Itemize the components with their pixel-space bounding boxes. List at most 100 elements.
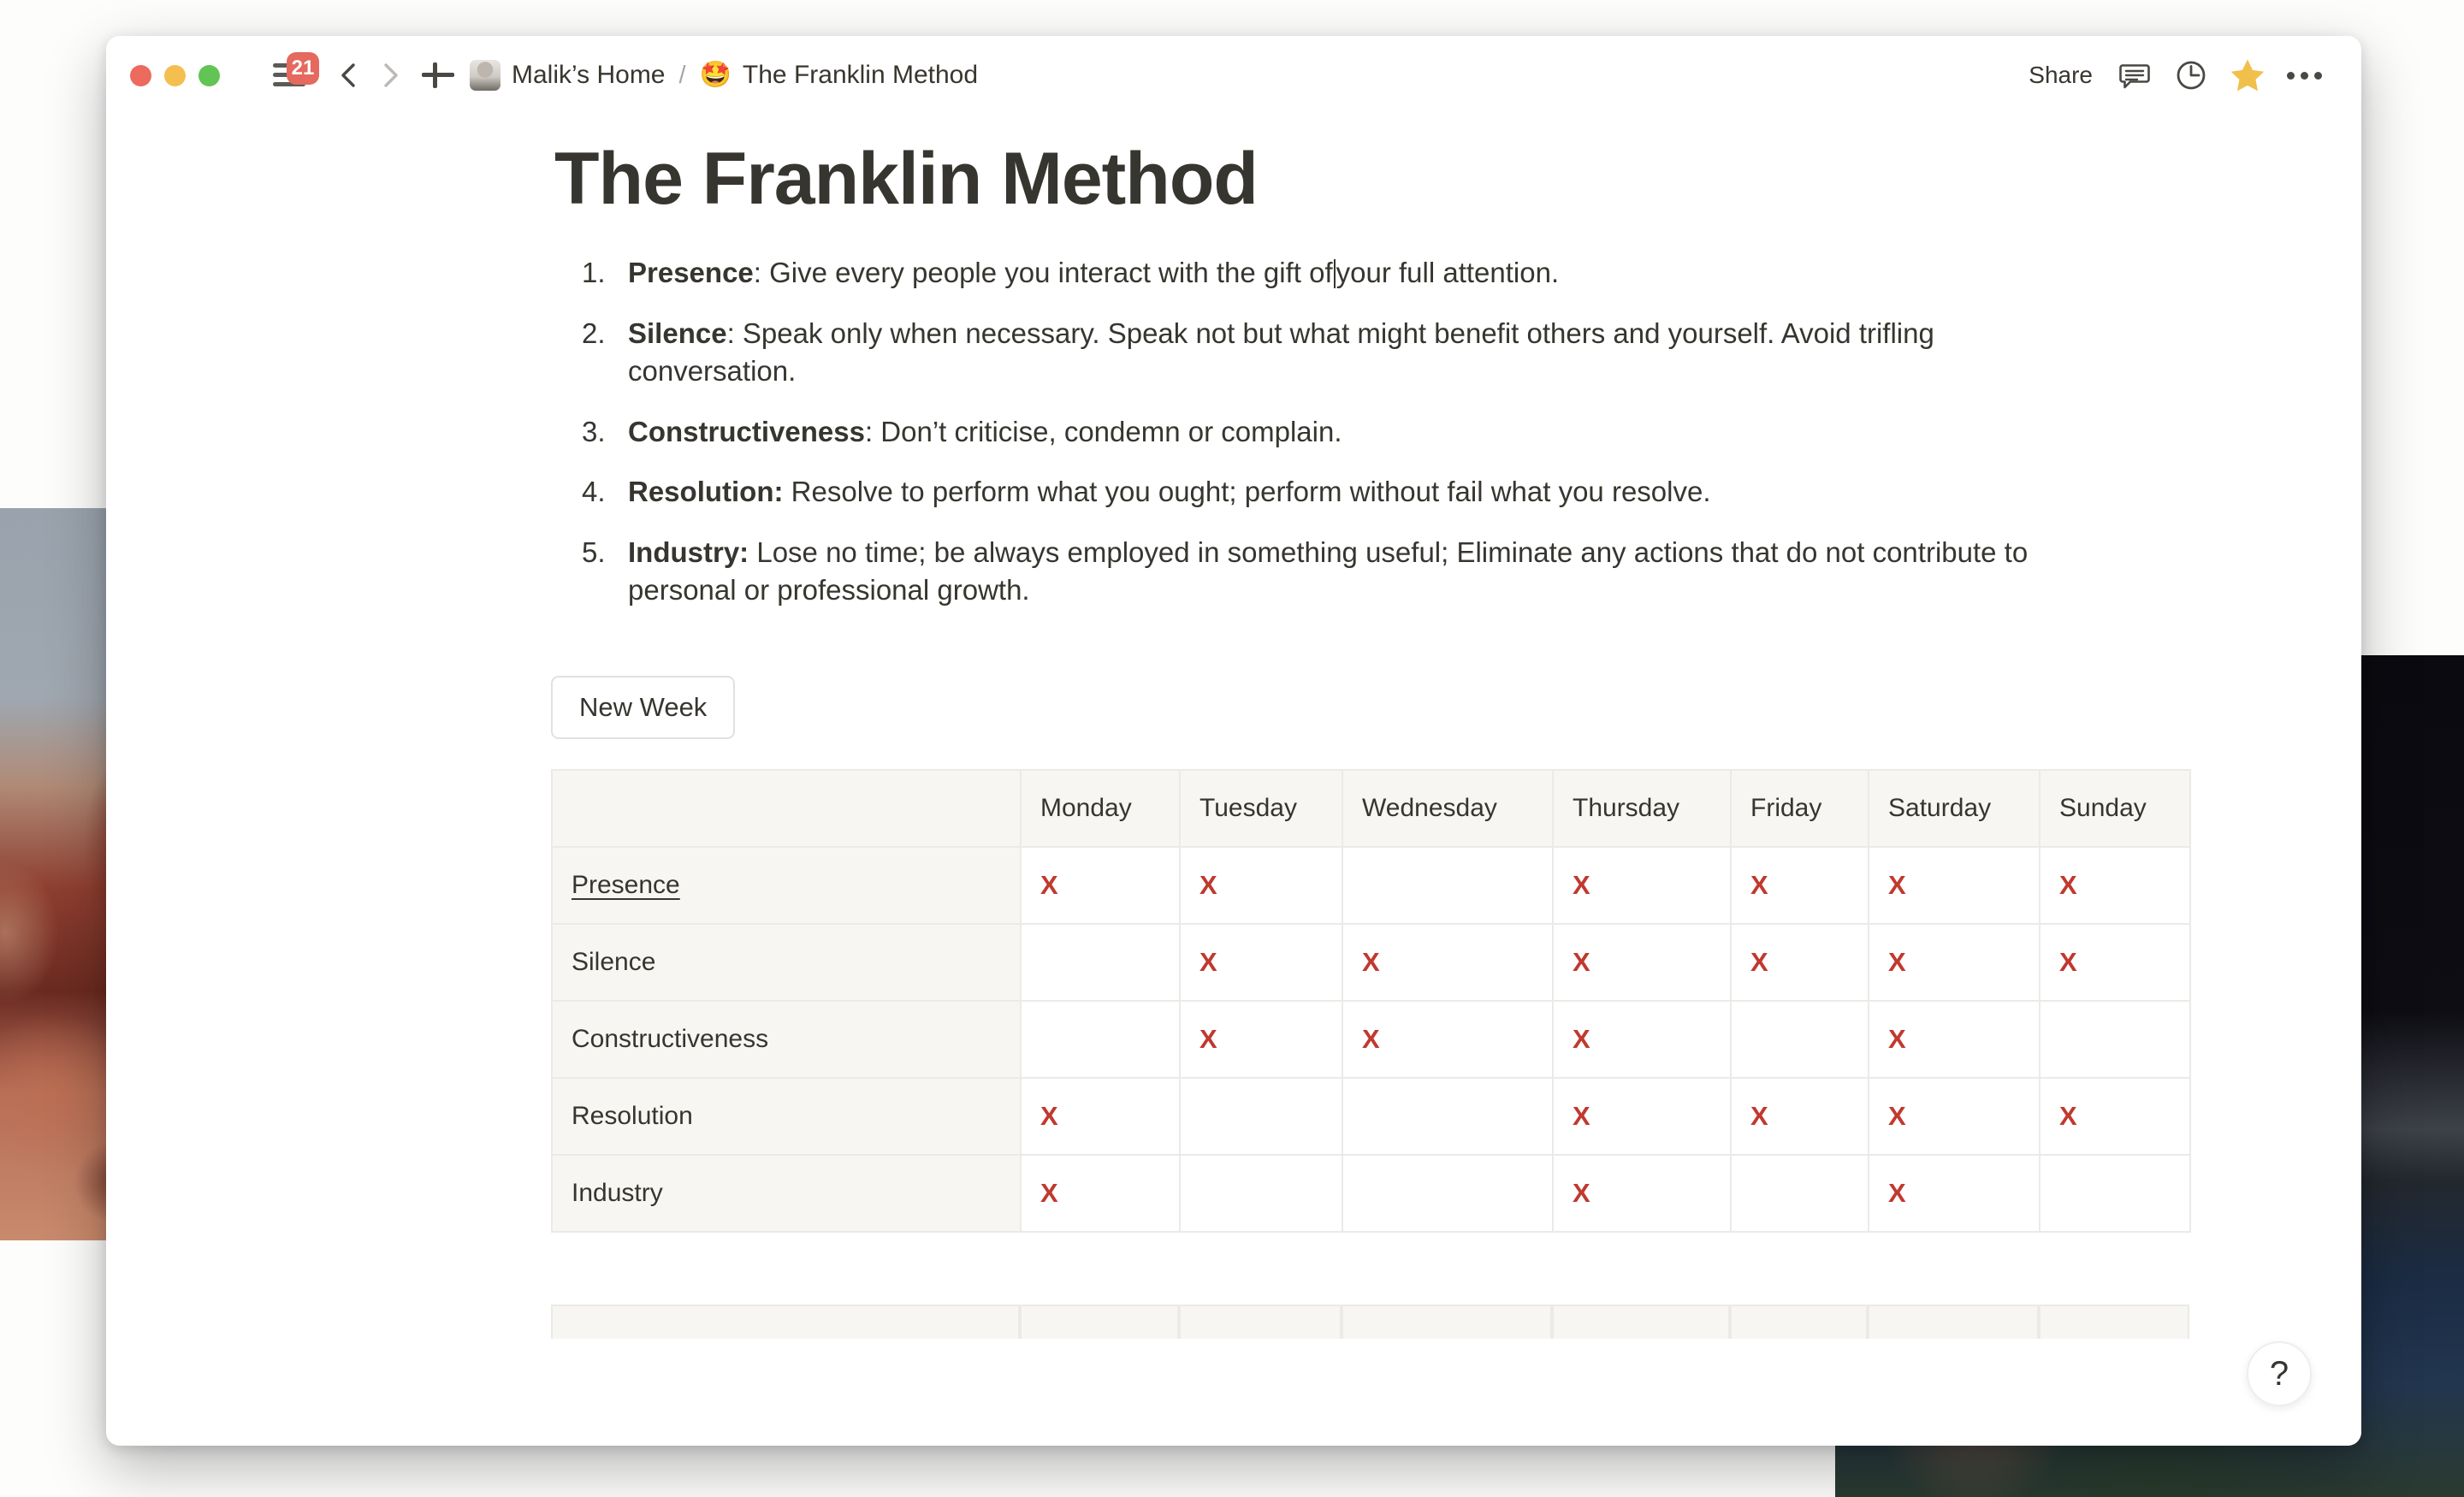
table-row-label[interactable]: Resolution	[551, 1077, 1022, 1157]
table-cell-monday[interactable]: X	[1020, 1077, 1181, 1157]
secondary-table-partial	[551, 1305, 2189, 1340]
table-cell-wednesday[interactable]	[1342, 846, 1554, 926]
list-item-number: 2.	[582, 317, 606, 349]
list-item-term-suffix: :	[726, 317, 735, 349]
dot	[2313, 71, 2322, 80]
dot	[2300, 71, 2308, 80]
table-body: Presence X X X X X X Silence X X X X X X Constructiven…	[551, 846, 2191, 1234]
forward-navigation-icon[interactable]	[372, 57, 408, 93]
table-header: Monday Tuesday Wednesday Thursday Friday Satu…	[551, 769, 2191, 849]
table-row-label[interactable]: Industry	[551, 1154, 1022, 1234]
list-item-term: Constructiveness	[628, 415, 865, 447]
breadcrumb-separator: /	[678, 61, 686, 89]
habit-table-wrap: Monday Tuesday Wednesday Thursday Friday Satu…	[551, 769, 2191, 1234]
list-item-term-suffix: :	[753, 256, 761, 288]
table-cell-thursday[interactable]: X	[1552, 1154, 1732, 1234]
table-cell-sunday[interactable]: X	[2039, 923, 2191, 1003]
table-cell-wednesday[interactable]	[1342, 1154, 1554, 1234]
share-button[interactable]: Share	[2015, 55, 2106, 96]
table-cell-tuesday[interactable]: X	[1179, 923, 1343, 1003]
breadcrumb-current-page[interactable]: 🤩 The Franklin Method	[700, 61, 979, 90]
table-cell-wednesday[interactable]	[1342, 1077, 1554, 1157]
principles-list: 1. Presence: Give every people you intera…	[582, 254, 2105, 609]
table-cell-monday[interactable]	[1020, 1000, 1181, 1080]
help-button[interactable]: ?	[2247, 1341, 2312, 1406]
list-item-term: Presence	[628, 256, 754, 288]
table-cell-monday[interactable]: X	[1020, 1154, 1181, 1234]
star-icon[interactable]	[2219, 53, 2276, 98]
breadcrumb-home-label: Malik’s Home	[512, 61, 666, 89]
table-cell-saturday[interactable]: X	[1868, 1000, 2040, 1080]
list-item-term: Resolution:	[628, 476, 784, 508]
breadcrumb-home[interactable]: Malik’s Home	[470, 60, 666, 91]
table-cell-thursday[interactable]: X	[1552, 846, 1732, 926]
table-cell-thursday[interactable]: X	[1552, 1000, 1732, 1080]
table-row: Industry X X X	[551, 1154, 2191, 1234]
list-item[interactable]: 5. Industry: Lose no time; be always empl…	[582, 534, 2105, 609]
table-column-header-monday[interactable]: Monday	[1020, 769, 1181, 849]
history-clock-icon[interactable]	[2163, 53, 2219, 98]
table-column-header-sunday[interactable]: Sunday	[2039, 769, 2191, 849]
table-cell-friday[interactable]: X	[1730, 846, 1869, 926]
table-cell-saturday[interactable]: X	[1868, 846, 2040, 926]
table-cell-tuesday[interactable]	[1179, 1077, 1343, 1157]
list-item[interactable]: 3. Constructiveness: Don’t criticise, con…	[582, 413, 2105, 451]
table-cell-friday[interactable]	[1730, 1000, 1869, 1080]
table-cell-friday[interactable]: X	[1730, 1077, 1869, 1157]
table-cell-wednesday[interactable]: X	[1342, 923, 1554, 1003]
table-cell-monday[interactable]	[1020, 923, 1181, 1003]
table-column-header-saturday[interactable]: Saturday	[1868, 769, 2040, 849]
sidebar-toggle-icon[interactable]: 21	[271, 52, 319, 92]
list-item-body: Constructiveness: Don’t criticise, conde…	[628, 413, 2105, 451]
table-cell-monday[interactable]: X	[1020, 846, 1181, 926]
table-cell-tuesday[interactable]	[1179, 1154, 1343, 1234]
table-cell-tuesday[interactable]: X	[1179, 1000, 1343, 1080]
ellipsis-dots	[2286, 71, 2322, 80]
list-item-text: your full attention.	[1336, 256, 1560, 288]
list-item[interactable]: 2. Silence: Speak only when necessary. Sp…	[582, 315, 2105, 390]
table-cell-thursday[interactable]: X	[1552, 923, 1732, 1003]
table-row-label[interactable]: Constructiveness	[551, 1000, 1022, 1080]
back-navigation-icon[interactable]	[331, 57, 367, 93]
table-cell-saturday[interactable]: X	[1868, 1154, 2040, 1234]
minimize-window-button[interactable]	[164, 64, 186, 86]
secondary-table-cell	[1730, 1305, 1868, 1340]
table-cell-wednesday[interactable]: X	[1342, 1000, 1554, 1080]
new-page-icon[interactable]	[418, 56, 458, 95]
text-cursor	[1333, 258, 1336, 288]
table-row-label[interactable]: Presence	[551, 846, 1022, 926]
table-cell-friday[interactable]	[1730, 1154, 1869, 1234]
list-item[interactable]: 4. Resolution: Resolve to perform what yo…	[582, 473, 2105, 511]
table-column-header-tuesday[interactable]: Tuesday	[1179, 769, 1343, 849]
list-item-body: Presence: Give every people you interact…	[628, 254, 2105, 292]
new-week-button[interactable]: New Week	[551, 676, 736, 740]
secondary-table-cell	[551, 1305, 1020, 1340]
table-cell-friday[interactable]: X	[1730, 923, 1869, 1003]
list-item-number: 1.	[582, 256, 606, 288]
secondary-table-cell	[2039, 1305, 2189, 1340]
maximize-window-button[interactable]	[198, 64, 220, 86]
table-column-header-thursday[interactable]: Thursday	[1552, 769, 1732, 849]
list-item[interactable]: 1. Presence: Give every people you intera…	[582, 254, 2105, 292]
avatar	[470, 60, 500, 91]
table-cell-sunday[interactable]: X	[2039, 846, 2191, 926]
table-cell-sunday[interactable]	[2039, 1154, 2191, 1234]
table-row-label[interactable]: Silence	[551, 923, 1022, 1003]
table-cell-tuesday[interactable]: X	[1179, 846, 1343, 926]
table-cell-thursday[interactable]: X	[1552, 1077, 1732, 1157]
secondary-table-cell	[1342, 1305, 1552, 1340]
comment-icon[interactable]	[2106, 53, 2163, 98]
more-options-icon[interactable]	[2276, 53, 2332, 98]
desktop-background: 21 Malik’s Home / 🤩 The Franklin Method …	[0, 0, 2464, 1497]
table-cell-sunday[interactable]: X	[2039, 1077, 2191, 1157]
table-cell-saturday[interactable]: X	[1868, 1077, 2040, 1157]
list-item-text: Lose no time; be always employed in some…	[628, 536, 2029, 606]
table-row-link[interactable]: Presence	[572, 871, 680, 899]
close-window-button[interactable]	[130, 64, 151, 86]
table-column-header-wednesday[interactable]: Wednesday	[1342, 769, 1554, 849]
table-column-header-friday[interactable]: Friday	[1730, 769, 1869, 849]
table-row: Presence X X X X X X	[551, 846, 2191, 926]
table-cell-saturday[interactable]: X	[1868, 923, 2040, 1003]
table-cell-sunday[interactable]	[2039, 1000, 2191, 1080]
list-item-number: 4.	[582, 476, 606, 508]
